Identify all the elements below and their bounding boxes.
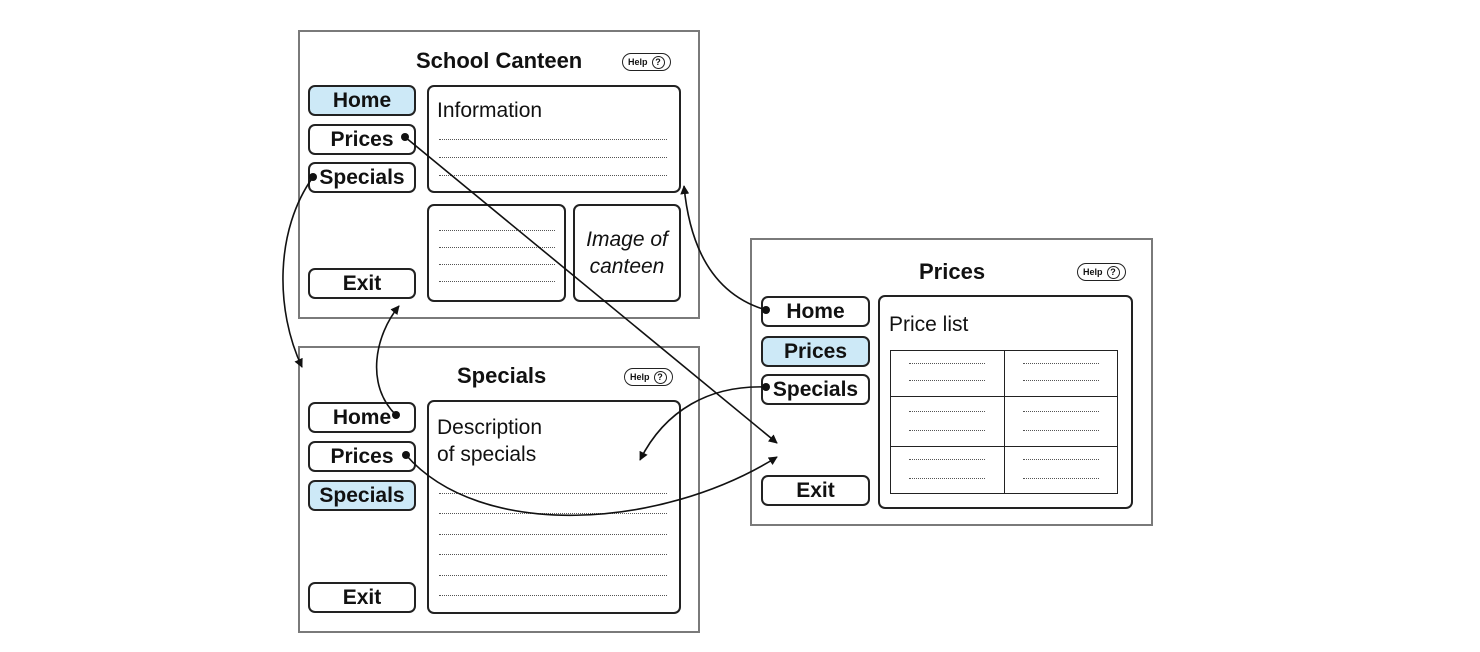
placeholder-line bbox=[439, 264, 555, 265]
nav-exit-button[interactable]: Exit bbox=[308, 582, 416, 613]
placeholder-line bbox=[439, 513, 667, 514]
placeholder-line bbox=[439, 139, 667, 140]
description-line1: Description bbox=[437, 416, 543, 439]
question-mark-icon: ? bbox=[651, 55, 665, 69]
placeholder-line bbox=[439, 595, 667, 596]
help-label: Help bbox=[628, 57, 648, 67]
nav-exit-button[interactable]: Exit bbox=[308, 268, 416, 299]
placeholder-line bbox=[439, 493, 667, 494]
table-cell bbox=[1003, 396, 1118, 447]
table-row bbox=[890, 349, 1118, 398]
description-panel: Description of specials bbox=[427, 400, 681, 614]
placeholder-line bbox=[439, 554, 667, 555]
help-button[interactable]: Help ? bbox=[624, 368, 673, 386]
image-label-line2: canteen bbox=[589, 255, 665, 278]
image-placeholder-panel: Image of canteen bbox=[573, 204, 681, 302]
home-screen-title: School Canteen bbox=[416, 48, 583, 73]
nav-exit-button[interactable]: Exit bbox=[761, 475, 870, 506]
nav-home-button[interactable]: Home bbox=[761, 296, 870, 327]
placeholder-line bbox=[439, 247, 555, 248]
placeholder-line bbox=[439, 281, 555, 282]
information-panel: Information bbox=[427, 85, 681, 193]
help-label: Help bbox=[1083, 267, 1103, 277]
placeholder-line bbox=[439, 175, 667, 176]
information-heading: Information bbox=[437, 99, 543, 122]
nav-prices-button[interactable]: Prices bbox=[308, 124, 416, 155]
table-cell bbox=[1003, 349, 1118, 398]
specials-screen-title: Specials bbox=[457, 363, 547, 388]
description-line2: of specials bbox=[437, 443, 537, 466]
price-table bbox=[890, 349, 1118, 495]
placeholder-line bbox=[439, 230, 555, 231]
description-heading: Description of specials bbox=[437, 414, 542, 468]
table-cell bbox=[1003, 445, 1118, 495]
prices-screen-frame: Prices Help ? Home Prices Specials Exit … bbox=[750, 238, 1153, 526]
price-list-panel: Price list bbox=[878, 295, 1133, 509]
table-cell bbox=[890, 349, 1005, 398]
nav-specials-button[interactable]: Specials bbox=[308, 162, 416, 193]
nav-specials-button[interactable]: Specials bbox=[761, 374, 870, 405]
placeholder-line bbox=[439, 575, 667, 576]
text-panel bbox=[427, 204, 566, 302]
help-button[interactable]: Help ? bbox=[622, 53, 671, 71]
help-button[interactable]: Help ? bbox=[1077, 263, 1126, 281]
nav-home-button[interactable]: Home bbox=[308, 402, 416, 433]
price-list-heading: Price list bbox=[889, 313, 969, 336]
table-row bbox=[890, 396, 1118, 447]
help-label: Help bbox=[630, 372, 650, 382]
specials-screen-frame: Specials Help ? Home Prices Specials Exi… bbox=[298, 346, 700, 633]
image-placeholder-label: Image of canteen bbox=[575, 226, 679, 280]
nav-home-button[interactable]: Home bbox=[308, 85, 416, 116]
home-screen-frame: School Canteen Help ? Home Prices Specia… bbox=[298, 30, 700, 319]
table-cell bbox=[890, 445, 1005, 495]
nav-prices-button[interactable]: Prices bbox=[761, 336, 870, 367]
question-mark-icon: ? bbox=[1106, 265, 1120, 279]
placeholder-line bbox=[439, 157, 667, 158]
nav-specials-button[interactable]: Specials bbox=[308, 480, 416, 511]
table-row bbox=[890, 445, 1118, 495]
nav-prices-button[interactable]: Prices bbox=[308, 441, 416, 472]
question-mark-icon: ? bbox=[653, 370, 667, 384]
placeholder-line bbox=[439, 534, 667, 535]
table-cell bbox=[890, 396, 1005, 447]
image-label-line1: Image of bbox=[586, 228, 668, 251]
prices-screen-title: Prices bbox=[919, 259, 986, 284]
navigation-arrows bbox=[282, 133, 778, 517]
